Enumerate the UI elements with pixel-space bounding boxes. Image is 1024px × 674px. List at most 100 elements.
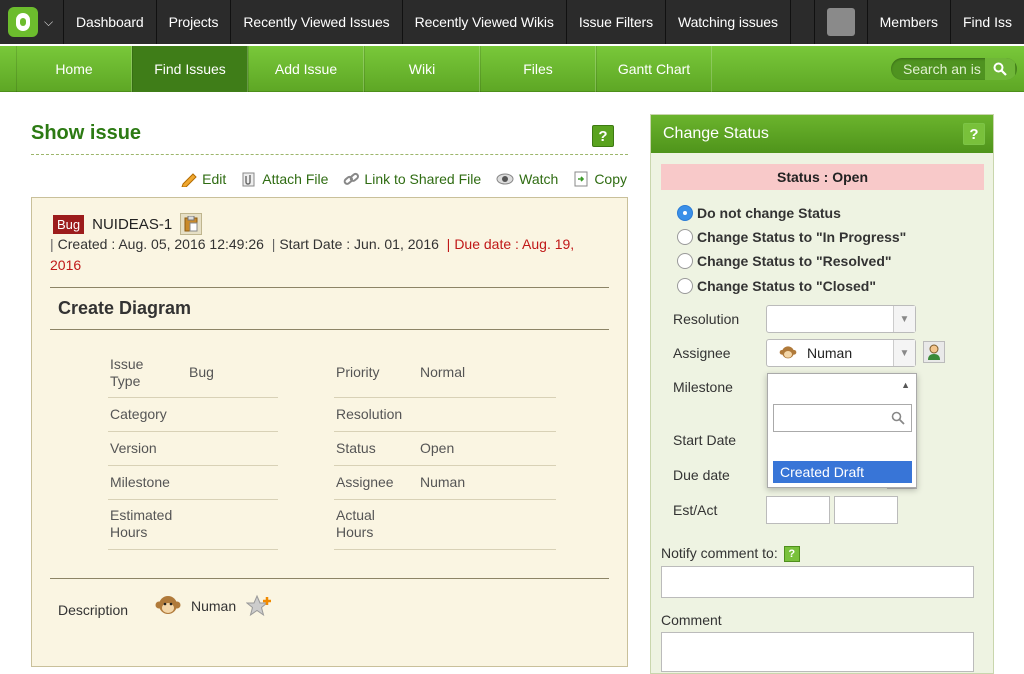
monkey-avatar-icon <box>155 596 181 614</box>
resolution-select[interactable]: ▼ <box>766 305 916 333</box>
search-button[interactable] <box>985 58 1015 80</box>
comment-textarea[interactable] <box>661 632 974 672</box>
comment-label: Comment <box>661 612 722 628</box>
copy-label: Copy <box>594 171 627 187</box>
help-icon[interactable]: ? <box>592 125 614 147</box>
attr-label-priority: Priority <box>336 364 380 380</box>
notify-input[interactable] <box>661 566 974 598</box>
nav-recent-wikis[interactable]: Recently Viewed Wikis <box>403 0 567 44</box>
radio-button[interactable] <box>677 205 693 221</box>
issue-header: Bug NUIDEAS-1 <box>53 213 203 235</box>
title-divider <box>31 154 628 155</box>
attach-icon <box>242 172 255 187</box>
milestone-label: Milestone <box>673 379 733 395</box>
milestone-option[interactable]: Created Draft <box>773 461 912 483</box>
milestone-dropdown: ▲ Created Draft <box>767 373 917 488</box>
issue-type-badge: Bug <box>53 214 85 234</box>
nav-watching[interactable]: Watching issues <box>666 0 791 44</box>
chevron-down-icon: ▼ <box>893 340 915 366</box>
pencil-icon <box>181 173 197 187</box>
notify-label-text: Notify comment to: <box>661 545 778 561</box>
top-navbar: ⌵ Dashboard Projects Recently Viewed Iss… <box>0 0 1024 44</box>
copy-icon <box>574 171 588 187</box>
radio-resolved[interactable]: Change Status to "Resolved" <box>677 253 892 269</box>
page-title: Show issue <box>31 122 142 144</box>
attach-file-label: Attach File <box>262 171 329 187</box>
radio-in-progress[interactable]: Change Status to "In Progress" <box>677 229 906 245</box>
radio-button[interactable] <box>677 253 693 269</box>
global-nav: Dashboard Projects Recently Viewed Issue… <box>64 0 791 44</box>
nav-find-issues[interactable]: Find Iss <box>949 0 1024 44</box>
link-icon <box>344 172 360 185</box>
description-author-name: Numan <box>191 598 237 614</box>
attr-label-assignee: Assignee <box>336 474 394 490</box>
attr-label-category: Category <box>110 406 167 422</box>
current-status-banner: Status : Open <box>661 164 984 190</box>
description-divider <box>50 578 609 579</box>
radio-closed[interactable]: Change Status to "Closed" <box>677 278 876 294</box>
tab-add-issue[interactable]: Add Issue <box>248 46 364 92</box>
help-icon[interactable]: ? <box>963 123 985 145</box>
tab-home[interactable]: Home <box>16 46 132 92</box>
watch-button[interactable]: Watch <box>495 171 558 187</box>
tab-wiki[interactable]: Wiki <box>364 46 480 92</box>
attr-label-actual-hours: Actual Hours <box>336 507 375 540</box>
attr-divider <box>334 465 556 466</box>
tab-find-issues[interactable]: Find Issues <box>132 46 248 92</box>
attr-divider <box>108 397 278 398</box>
app-switcher[interactable]: ⌵ <box>0 0 64 44</box>
radio-label: Change Status to "Resolved" <box>697 253 892 269</box>
search-icon <box>891 411 905 425</box>
project-navbar: Home Find Issues Add Issue Wiki Files Ga… <box>0 46 1024 92</box>
chevron-up-icon: ▲ <box>901 380 910 390</box>
estimated-hours-input[interactable] <box>766 496 830 524</box>
milestone-search-input[interactable] <box>773 404 912 432</box>
nav-projects[interactable]: Projects <box>157 0 232 44</box>
nav-issue-filters[interactable]: Issue Filters <box>567 0 666 44</box>
attr-divider <box>334 397 556 398</box>
summary-top-divider <box>50 287 609 288</box>
attach-file-button[interactable]: Attach File <box>240 171 328 187</box>
eye-icon <box>496 173 514 185</box>
edit-button[interactable]: Edit <box>180 171 226 187</box>
link-shared-file-button[interactable]: Link to Shared File <box>342 171 481 187</box>
radio-button[interactable] <box>677 278 693 294</box>
search-input[interactable] <box>891 58 985 80</box>
tab-gantt-chart[interactable]: Gantt Chart <box>596 46 712 92</box>
link-shared-file-label: Link to Shared File <box>364 171 482 187</box>
attr-divider <box>334 431 556 432</box>
star-add-icon[interactable] <box>246 594 274 618</box>
issue-dates: | Created : Aug. 05, 2016 12:49:26 | Start… <box>50 236 575 273</box>
radio-label: Change Status to "Closed" <box>697 278 876 294</box>
issue-key: NUIDEAS-1 <box>92 215 173 233</box>
attr-value-priority: Normal <box>420 364 466 380</box>
edit-label: Edit <box>202 171 227 187</box>
radio-no-change[interactable]: Do not change Status <box>677 205 841 221</box>
due-date-label: Due date <box>673 467 730 483</box>
tab-files[interactable]: Files <box>480 46 596 92</box>
copy-button[interactable]: Copy <box>572 171 627 187</box>
assign-to-me-button[interactable] <box>923 341 945 363</box>
assignee-value: Numan <box>807 345 853 361</box>
chevron-down-icon: ⌵ <box>44 14 54 29</box>
resolution-label: Resolution <box>673 311 740 327</box>
attr-divider <box>108 549 278 550</box>
avatar <box>826 8 855 36</box>
search-icon <box>993 62 1007 76</box>
issue-detail-card: Bug NUIDEAS-1 | Created : Aug. 05, 2016 1… <box>31 197 628 667</box>
nav-recent-issues[interactable]: Recently Viewed Issues <box>231 0 403 44</box>
radio-label: Change Status to "In Progress" <box>697 229 907 245</box>
monkey-avatar-icon <box>779 346 797 359</box>
radio-label: Do not change Status <box>697 205 841 221</box>
actual-hours-input[interactable] <box>834 496 898 524</box>
watch-label: Watch <box>519 171 559 187</box>
radio-button[interactable] <box>677 229 693 245</box>
copy-key-icon[interactable] <box>180 213 203 235</box>
nav-members[interactable]: Members <box>866 0 950 44</box>
user-avatar-button[interactable] <box>813 0 867 44</box>
attr-value-status: Open <box>420 440 455 456</box>
assignee-select[interactable]: Numan ▼ <box>766 339 916 367</box>
issue-actions: Edit Attach File Link to Shared File Wat… <box>180 171 627 187</box>
nav-dashboard[interactable]: Dashboard <box>64 0 157 44</box>
help-icon[interactable]: ? <box>783 546 800 563</box>
